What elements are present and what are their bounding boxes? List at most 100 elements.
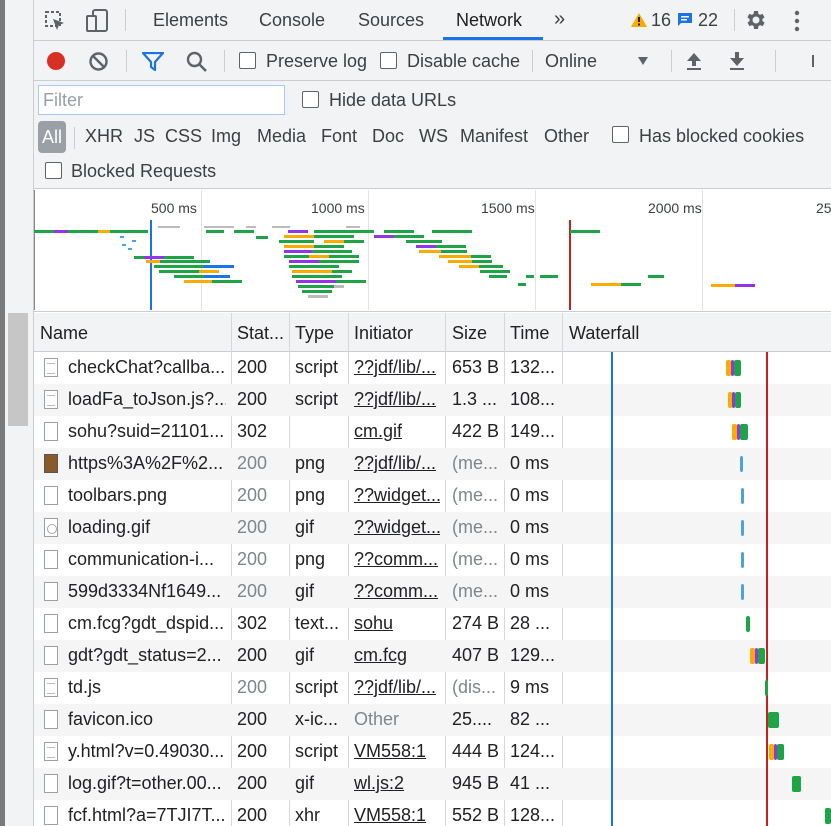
settings-gear-icon[interactable] bbox=[743, 8, 767, 32]
request-size: 25.... bbox=[452, 709, 493, 729]
request-type: png bbox=[295, 485, 326, 505]
search-icon[interactable] bbox=[186, 51, 208, 73]
waterfall-bar-segment bbox=[737, 424, 740, 440]
filter-funnel-icon[interactable] bbox=[142, 52, 164, 72]
more-options-icon[interactable] bbox=[791, 10, 803, 32]
type-filter-manifest[interactable]: Manifest bbox=[460, 126, 528, 147]
image-file-icon bbox=[44, 454, 58, 473]
type-filter-doc[interactable]: Doc bbox=[372, 126, 404, 147]
overview-tick-label: 2000 ms bbox=[648, 200, 702, 216]
hide-data-urls-checkbox[interactable] bbox=[302, 91, 319, 108]
type-filter-ws[interactable]: WS bbox=[419, 126, 448, 147]
request-initiator[interactable]: ??comm... bbox=[354, 581, 440, 602]
request-initiator[interactable]: ??jdf/lib/... bbox=[354, 453, 440, 474]
request-initiator[interactable]: ??widget... bbox=[354, 517, 440, 538]
type-filter-media[interactable]: Media bbox=[257, 126, 306, 147]
preserve-log-checkbox[interactable] bbox=[239, 52, 256, 69]
request-size: (me... bbox=[452, 581, 499, 601]
request-initiator[interactable]: ??jdf/lib/... bbox=[354, 677, 440, 698]
export-har-icon[interactable] bbox=[728, 51, 746, 71]
requests-table-header: Name Stat... Type Initiator Size Time Wa… bbox=[34, 313, 831, 352]
device-toolbar-icon[interactable] bbox=[84, 8, 110, 34]
script-file-icon bbox=[44, 358, 58, 377]
request-initiator[interactable]: sohu bbox=[354, 613, 440, 634]
message-count[interactable]: 22 bbox=[698, 10, 718, 31]
network-overview-timeline[interactable]: 500 ms 1000 ms 1500 ms 2000 ms 25 bbox=[34, 190, 831, 312]
script-file-icon bbox=[44, 742, 58, 761]
toolbar-overflow-marker bbox=[812, 55, 814, 67]
column-header-name[interactable]: Name bbox=[40, 323, 88, 344]
throttling-select[interactable]: Online bbox=[545, 51, 597, 72]
waterfall-bar-segment bbox=[755, 648, 758, 664]
request-initiator[interactable]: VM558:1 bbox=[354, 805, 440, 826]
column-header-type[interactable]: Type bbox=[295, 323, 334, 344]
request-name: cm.fcg?gdt_dspid... bbox=[68, 613, 225, 633]
request-initiator[interactable]: cm.fcg bbox=[354, 645, 440, 666]
request-time: 0 ms bbox=[510, 549, 550, 569]
tab-network[interactable]: Network bbox=[456, 10, 522, 31]
request-size: 653 B bbox=[452, 357, 500, 377]
file-icon bbox=[44, 550, 58, 569]
request-type: gif bbox=[295, 645, 315, 665]
script-file-icon bbox=[44, 390, 58, 409]
request-initiator[interactable]: cm.gif bbox=[354, 421, 440, 442]
waterfall-bar-segment bbox=[825, 808, 831, 824]
active-tab-indicator bbox=[443, 37, 543, 40]
column-header-time[interactable]: Time bbox=[510, 323, 549, 344]
request-status: 200 bbox=[237, 389, 268, 409]
warning-icon[interactable] bbox=[630, 12, 648, 28]
request-time: 132... bbox=[510, 357, 556, 377]
request-status: 200 bbox=[237, 709, 268, 729]
type-filter-all[interactable]: All bbox=[38, 121, 66, 153]
file-icon bbox=[44, 710, 58, 729]
disable-cache-checkbox[interactable] bbox=[380, 52, 397, 69]
request-size: (me... bbox=[452, 517, 499, 537]
tab-console[interactable]: Console bbox=[259, 10, 325, 31]
filter-input[interactable] bbox=[38, 85, 285, 115]
page-scrollbar-thumb[interactable] bbox=[8, 313, 28, 426]
blocked-requests-label: Blocked Requests bbox=[71, 161, 217, 181]
message-icon[interactable] bbox=[677, 12, 693, 28]
type-filter-other[interactable]: Other bbox=[544, 126, 589, 147]
type-filter-xhr[interactable]: XHR bbox=[85, 126, 123, 147]
column-header-status[interactable]: Stat... bbox=[237, 323, 284, 344]
request-waterfall-bars bbox=[726, 360, 831, 824]
import-har-icon[interactable] bbox=[685, 51, 703, 71]
waterfall-bar-segment bbox=[726, 360, 731, 376]
request-time: 0 ms bbox=[510, 485, 550, 505]
request-initiator[interactable]: ??jdf/lib/... bbox=[354, 389, 440, 410]
dropdown-arrow-icon[interactable] bbox=[637, 56, 649, 66]
column-header-waterfall[interactable]: Waterfall bbox=[569, 323, 639, 344]
type-filter-js[interactable]: JS bbox=[134, 126, 155, 147]
type-filter-img[interactable]: Img bbox=[211, 126, 241, 147]
type-filter-font[interactable]: Font bbox=[321, 126, 357, 147]
warning-count[interactable]: 16 bbox=[651, 10, 671, 31]
request-time: 0 ms bbox=[510, 517, 550, 537]
disable-cache-label: Disable cache bbox=[407, 51, 521, 71]
column-header-size[interactable]: Size bbox=[452, 323, 487, 344]
tab-sources[interactable]: Sources bbox=[358, 10, 424, 31]
request-initiator[interactable]: ??comm... bbox=[354, 549, 440, 570]
type-filter-css[interactable]: CSS bbox=[165, 126, 202, 147]
request-time: 28 ... bbox=[510, 613, 551, 633]
request-size: 552 B bbox=[452, 805, 500, 825]
request-initiator[interactable]: VM558:1 bbox=[354, 741, 440, 762]
record-button-icon[interactable] bbox=[45, 50, 67, 72]
has-blocked-cookies-checkbox[interactable] bbox=[612, 126, 629, 143]
request-initiator[interactable]: ??widget... bbox=[354, 485, 440, 506]
inspect-element-icon[interactable] bbox=[44, 10, 66, 32]
request-size: 1.3 ... bbox=[452, 389, 498, 409]
blocked-requests-checkbox[interactable] bbox=[45, 162, 62, 179]
request-status: 302 bbox=[237, 421, 268, 441]
waterfall-bar-segment bbox=[768, 712, 779, 728]
column-header-initiator[interactable]: Initiator bbox=[354, 323, 413, 344]
more-tabs-button[interactable]: » bbox=[554, 8, 565, 31]
waterfall-bar-segment bbox=[732, 392, 735, 408]
request-initiator[interactable]: ??jdf/lib/... bbox=[354, 357, 440, 378]
clear-icon[interactable] bbox=[88, 51, 109, 72]
request-name: loadFa_toJson.js?... bbox=[68, 389, 226, 409]
request-type: png bbox=[295, 549, 326, 569]
request-initiator[interactable]: wl.js:2 bbox=[354, 773, 440, 794]
tab-elements[interactable]: Elements bbox=[153, 10, 228, 31]
request-type: xhr bbox=[295, 805, 321, 825]
